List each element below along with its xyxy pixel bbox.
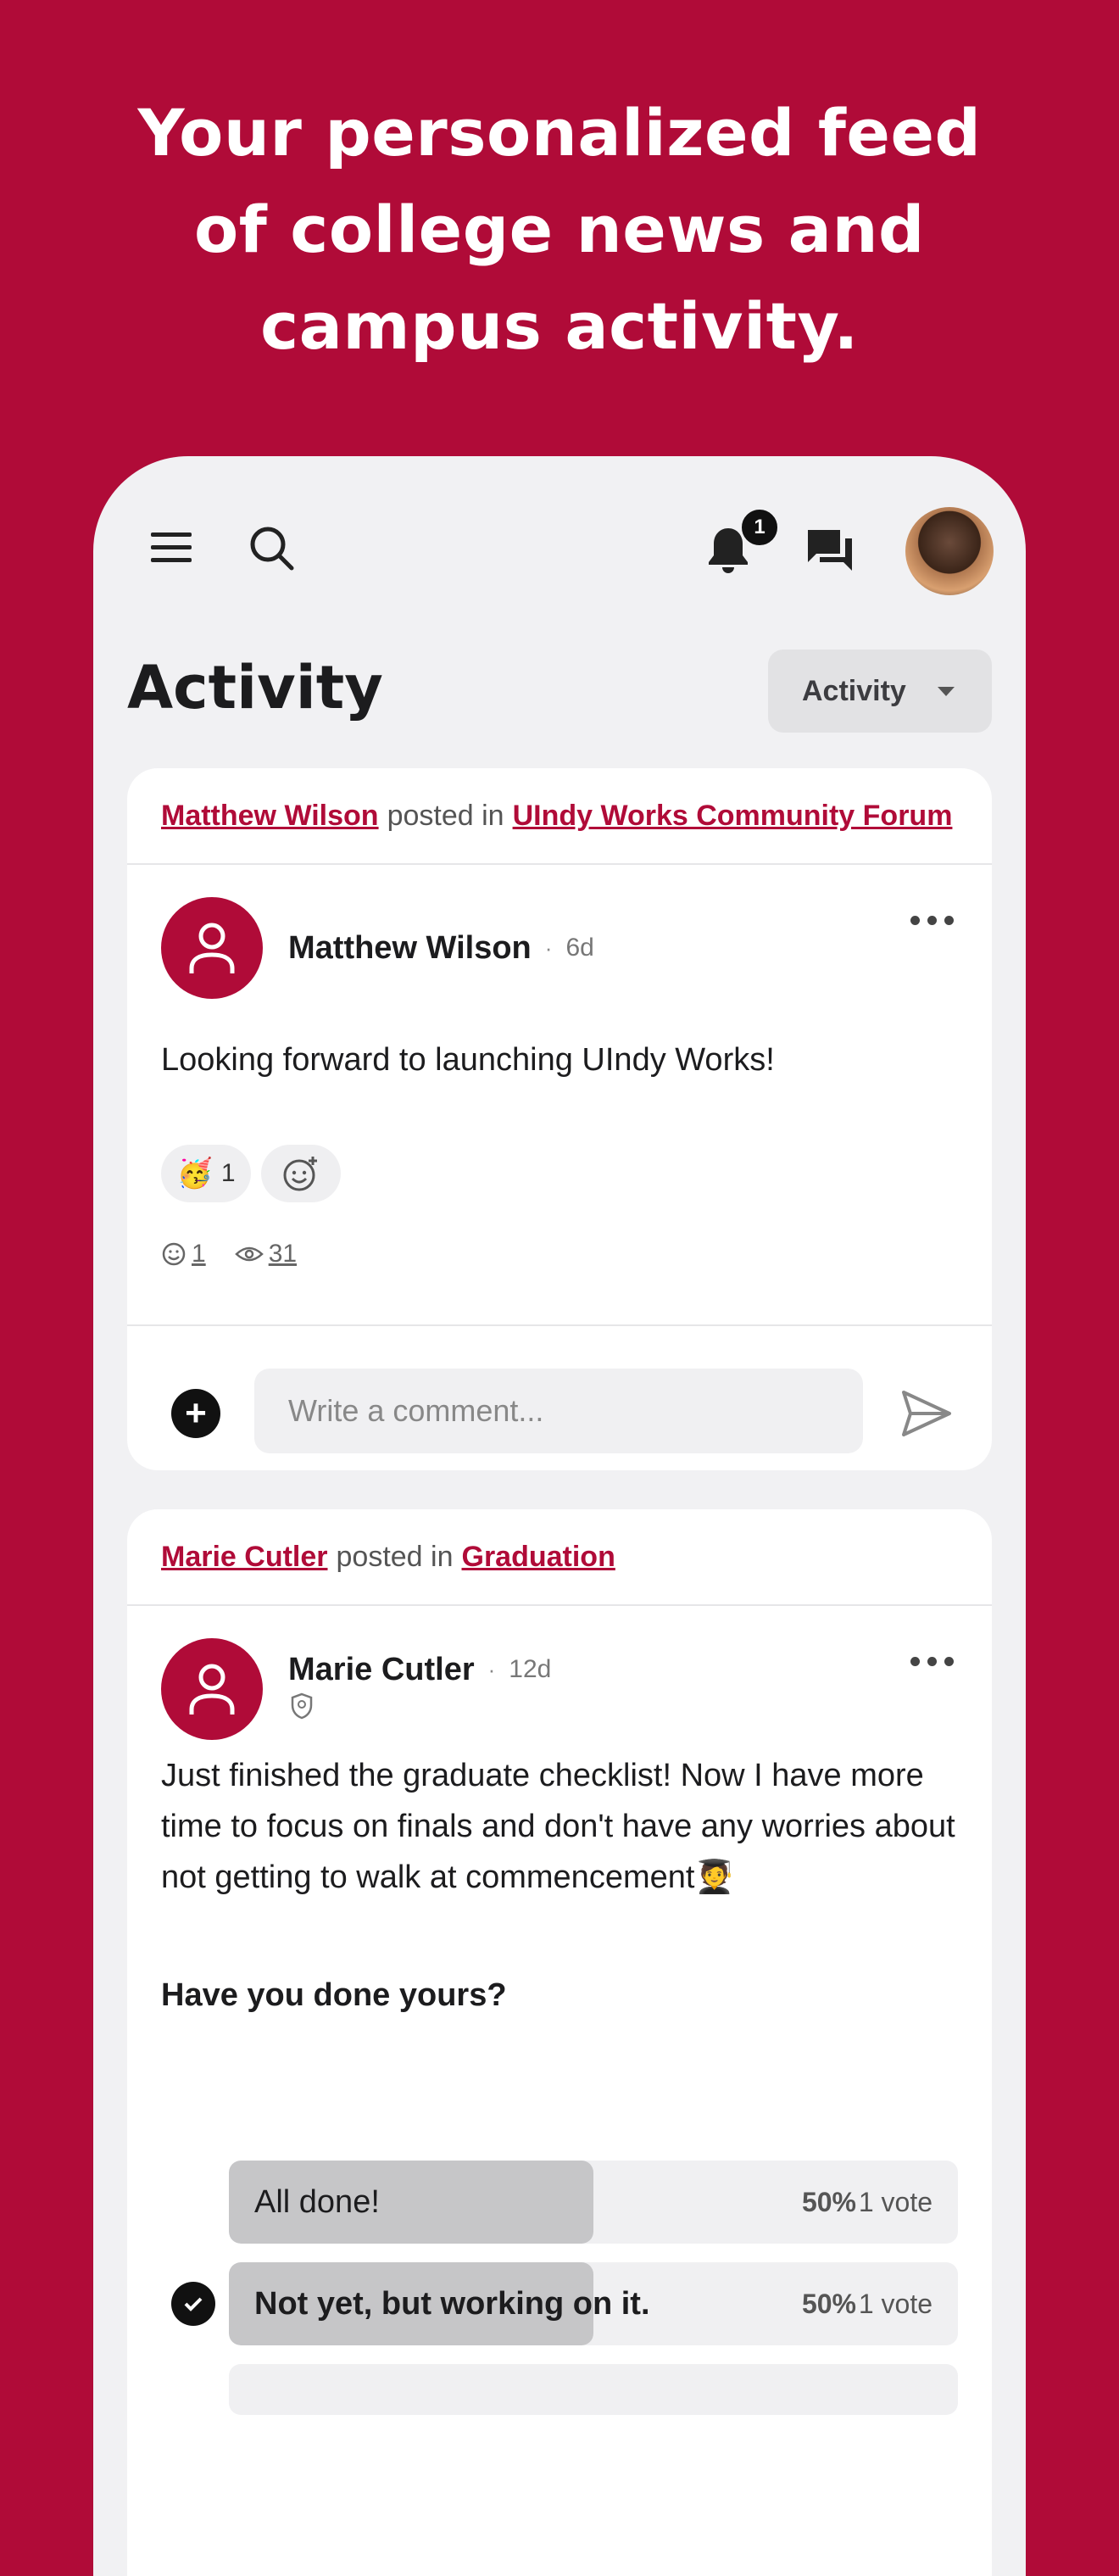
check-icon (171, 2282, 215, 2326)
poll-option-label: All done! (254, 2183, 380, 2220)
reactions-count-link[interactable]: 1 (192, 1240, 206, 1268)
author-row: Marie Cutler · 12d (161, 1638, 551, 1740)
poll-votes: 1 vote (858, 2288, 932, 2319)
posted-in-text: posted in (387, 799, 504, 832)
reaction-pill[interactable]: 🥳 1 (161, 1145, 251, 1202)
group-link[interactable]: Graduation (462, 1541, 615, 1574)
page-title: Activity (127, 653, 383, 722)
poll-option-label: Not yet, but working on it. (254, 2285, 650, 2322)
shield-icon (291, 1692, 313, 1719)
user-icon[interactable] (161, 897, 263, 999)
menu-icon[interactable] (148, 524, 195, 572)
comment-input[interactable] (254, 1369, 863, 1453)
poll-option[interactable]: All done! 50% 1 vote (229, 2161, 958, 2244)
author-row: Matthew Wilson · 6d (161, 897, 594, 999)
send-icon[interactable] (899, 1386, 955, 1441)
views-count-link[interactable]: 31 (269, 1240, 297, 1268)
filter-label: Activity (802, 674, 906, 707)
notification-badge: 1 (739, 507, 780, 548)
posted-in-line: Matthew Wilson posted in UIndy Works Com… (127, 768, 992, 865)
group-link[interactable]: UIndy Works Community Forum (513, 800, 953, 833)
poll-option-partial[interactable] (229, 2364, 958, 2415)
chevron-down-icon (938, 687, 955, 696)
posted-in-line: Marie Cutler posted in Graduation (127, 1509, 992, 1606)
headline: Your personalized feed of college news a… (0, 85, 1119, 375)
poll-question: Have you done yours? (161, 1977, 507, 2013)
headline-line-2: of college news and (194, 192, 925, 267)
poster-link[interactable]: Marie Cutler (161, 1541, 328, 1574)
eye-icon (234, 1246, 264, 1262)
separator-dot: · (487, 1656, 496, 1682)
party-emoji: 🥳 (176, 1157, 213, 1190)
poster-link[interactable]: Matthew Wilson (161, 800, 379, 833)
more-options-icon[interactable] (910, 1657, 955, 1674)
smiley-icon (162, 1242, 186, 1266)
headline-line-3: campus activity. (260, 288, 859, 364)
poll-option[interactable]: Not yet, but working on it. 50% 1 vote (229, 2262, 958, 2345)
post-time: 12d (509, 1655, 552, 1683)
post-card: Marie Cutler posted in Graduation Marie … (127, 1509, 992, 2576)
author-name[interactable]: Marie Cutler (288, 1652, 475, 1688)
search-icon[interactable] (246, 522, 297, 573)
user-icon[interactable] (161, 1638, 263, 1740)
top-bar: 1 (93, 456, 1026, 595)
chat-icon[interactable] (804, 524, 856, 577)
post-body: Just finished the graduate checklist! No… (161, 1758, 955, 1895)
avatar[interactable] (905, 507, 994, 595)
post-body: Looking forward to launching UIndy Works… (161, 1042, 775, 1078)
poll-percent: 50% (801, 2288, 856, 2319)
posted-in-text: posted in (336, 1540, 454, 1573)
add-emoji-icon (283, 1157, 317, 1191)
post-card: Matthew Wilson posted in UIndy Works Com… (127, 768, 992, 1470)
headline-line-1: Your personalized feed (137, 95, 982, 170)
post-time: 6d (565, 934, 594, 962)
author-name[interactable]: Matthew Wilson (288, 930, 532, 967)
phone-frame: 1 Activity Activity Matthew Wilson poste… (93, 456, 1026, 2576)
separator-dot: · (544, 934, 553, 961)
comment-bar: + (127, 1324, 992, 1470)
plus-icon[interactable]: + (171, 1389, 220, 1438)
poll-votes: 1 vote (858, 2186, 932, 2217)
reaction-count: 1 (220, 1159, 236, 1187)
add-reaction-button[interactable] (261, 1145, 341, 1202)
poll-percent: 50% (801, 2186, 856, 2217)
more-options-icon[interactable] (910, 916, 955, 933)
post-stats: 1 31 (161, 1240, 297, 1268)
activity-filter-dropdown[interactable]: Activity (768, 650, 992, 733)
